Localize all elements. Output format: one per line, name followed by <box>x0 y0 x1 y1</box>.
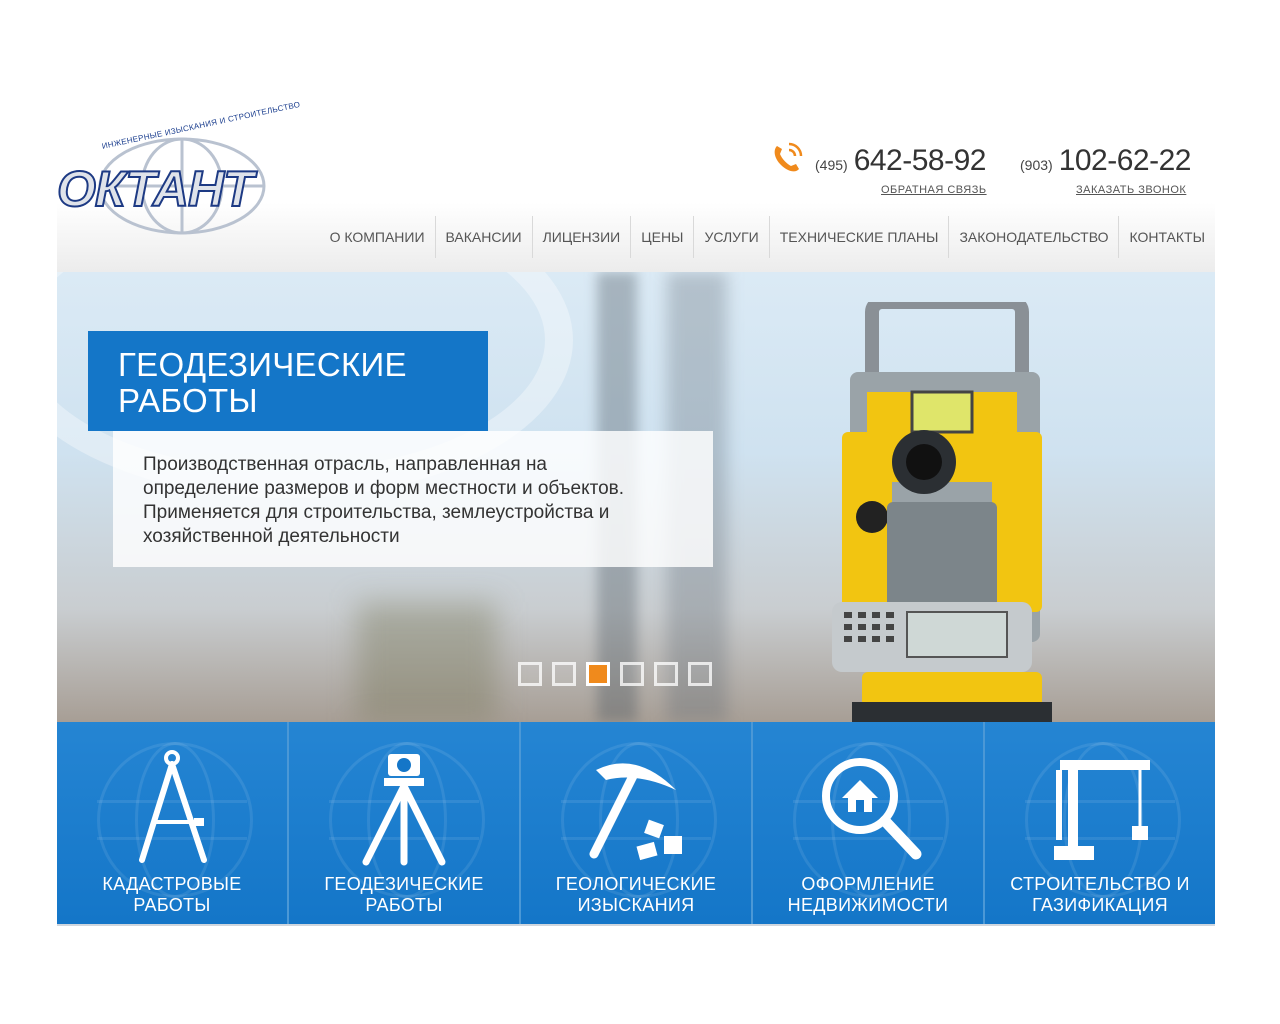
total-station-image <box>832 302 1052 722</box>
phone-2-code: (903) <box>1020 157 1053 173</box>
house-search-icon <box>822 758 922 860</box>
crane-icon <box>1054 760 1150 860</box>
nav-item-licenses[interactable]: ЛИЦЕНЗИИ <box>531 216 631 258</box>
phone-2: (903) 102-62-22 <box>1020 144 1191 178</box>
slider-dot-4[interactable] <box>620 662 644 686</box>
service-construction[interactable]: СТРОИТЕЛЬСТВО И ГАЗИФИКАЦИЯ <box>983 722 1215 924</box>
main-nav: О КОМПАНИИ ВАКАНСИИ ЛИЦЕНЗИИ ЦЕНЫ УСЛУГИ… <box>320 216 1215 258</box>
phone-icon <box>774 142 803 172</box>
slider-dot-3-active[interactable] <box>586 662 610 686</box>
slide-title-line2: РАБОТЫ <box>118 382 258 419</box>
tripod-icon <box>362 754 446 866</box>
background-figure <box>357 602 497 722</box>
slide-title: ГЕОДЕЗИЧЕСКИЕ РАБОТЫ <box>118 347 407 419</box>
service-geological[interactable]: ГЕОЛОГИЧЕСКИЕ ИЗЫСКАНИЯ <box>519 722 751 924</box>
pickaxe-icon <box>589 763 682 861</box>
nav-item-contacts[interactable]: КОНТАКТЫ <box>1118 216 1215 258</box>
phone-1-number: 642-58-92 <box>853 144 987 177</box>
slider-dot-5[interactable] <box>654 662 678 686</box>
slider-dots <box>518 662 712 686</box>
hero-slider: ГЕОДЕЗИЧЕСКИЕ РАБОТЫ Производственная от… <box>57 272 1215 722</box>
slide-title-box: ГЕОДЕЗИЧЕСКИЕ РАБОТЫ <box>88 331 488 431</box>
services-strip: КАДАСТРОВЫЕ РАБОТЫ ГЕОДЕЗИЧЕСКИЕ РАБОТЫ <box>57 722 1215 926</box>
service-label: ОФОРМЛЕНИЕ НЕДВИЖИМОСТИ <box>787 874 949 915</box>
slide-description: Производственная отрасль, направленная н… <box>143 454 625 547</box>
slide-description-box: Производственная отрасль, направленная н… <box>113 431 713 567</box>
service-geodetic[interactable]: ГЕОДЕЗИЧЕСКИЕ РАБОТЫ <box>287 722 519 924</box>
nav-item-vacancies[interactable]: ВАКАНСИИ <box>434 216 532 258</box>
nav-item-prices[interactable]: ЦЕНЫ <box>630 216 693 258</box>
nav-item-company[interactable]: О КОМПАНИИ <box>320 216 435 258</box>
service-label: КАДАСТРОВЫЕ РАБОТЫ <box>102 874 242 915</box>
phone-1-code: (495) <box>815 157 848 173</box>
service-cadastral[interactable]: КАДАСТРОВЫЕ РАБОТЫ <box>57 722 287 924</box>
service-label: ГЕОДЕЗИЧЕСКИЕ РАБОТЫ <box>324 874 484 915</box>
service-realty[interactable]: ОФОРМЛЕНИЕ НЕДВИЖИМОСТИ <box>751 722 983 924</box>
compass-icon <box>139 750 207 863</box>
site-header: ИНЖЕНЕРНЫЕ ИЗЫСКАНИЯ И СТРОИТЕЛЬСТВО ОКТ… <box>56 100 1215 272</box>
nav-item-services[interactable]: УСЛУГИ <box>693 216 768 258</box>
feedback-link[interactable]: ОБРАТНАЯ СВЯЗЬ <box>881 184 987 196</box>
site-logo[interactable]: ИНЖЕНЕРНЫЕ ИЗЫСКАНИЯ И СТРОИТЕЛЬСТВО ОКТ… <box>56 100 307 238</box>
slider-dot-6[interactable] <box>688 662 712 686</box>
slider-dot-1[interactable] <box>518 662 542 686</box>
slide-title-line1: ГЕОДЕЗИЧЕСКИЕ <box>118 346 407 383</box>
nav-item-legislation[interactable]: ЗАКОНОДАТЕЛЬСТВО <box>948 216 1118 258</box>
slider-dot-2[interactable] <box>552 662 576 686</box>
order-call-link[interactable]: ЗАКАЗАТЬ ЗВОНОК <box>1076 184 1186 196</box>
nav-item-tech-plans[interactable]: ТЕХНИЧЕСКИЕ ПЛАНЫ <box>768 216 949 258</box>
service-label: ГЕОЛОГИЧЕСКИЕ ИЗЫСКАНИЯ <box>555 874 717 915</box>
service-label: СТРОИТЕЛЬСТВО И ГАЗИФИКАЦИЯ <box>1010 874 1190 915</box>
logo-text: ОКТАНТ <box>56 160 255 218</box>
phone-1: (495) 642-58-92 <box>815 144 986 178</box>
phone-2-number: 102-62-22 <box>1058 144 1192 177</box>
